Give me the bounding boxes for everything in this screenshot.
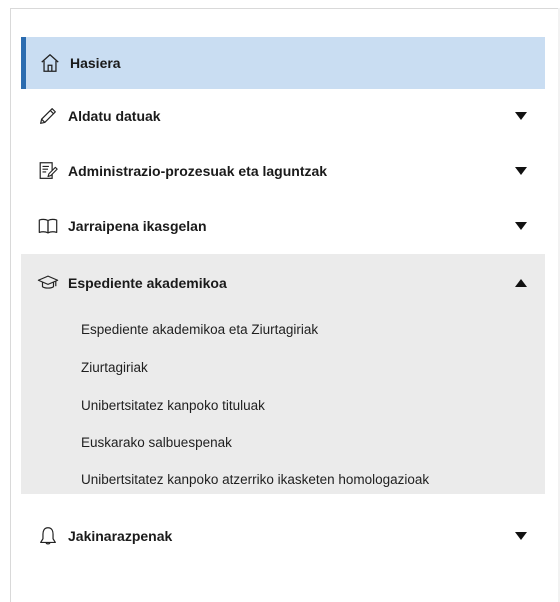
graduation-cap-icon [37,275,59,289]
menu-item-label: Aldatu datuak [68,108,161,124]
form-edit-icon [39,162,58,179]
chevron-down-icon[interactable] [515,222,527,230]
menu-item-home[interactable]: Hasiera [21,37,545,89]
menu-item-label: Administrazio-prozesuak eta laguntzak [68,163,328,179]
submenu-link-euskarako-salbuespenak[interactable]: Euskarako salbuespenak [81,435,232,450]
menu-item-label: Hasiera [70,55,121,71]
submenu-link-ziurtagiriak[interactable]: Ziurtagiriak [81,360,148,375]
home-icon [41,54,59,72]
chevron-down-icon[interactable] [515,532,527,540]
menu-item-label: Jarraipena ikasgelan [68,218,207,234]
chevron-down-icon[interactable] [515,112,527,120]
menu-item-jarraipena-ikasgelan[interactable]: Jarraipena ikasgelan [21,200,545,252]
chevron-up-icon[interactable] [515,279,527,287]
chevron-down-icon[interactable] [515,167,527,175]
menu-item-label: Jakinarazpenak [68,528,173,544]
menu-item-jakinarazpenak[interactable]: Jakinarazpenak [21,510,545,562]
pencil-icon [40,108,56,124]
book-icon [38,218,58,234]
menu-item-label: Espediente akademikoa [68,275,227,291]
page: Hasiera Aldatu datuak Administrazio-proz… [0,0,560,602]
menu-item-espediente-akademikoa[interactable]: Espediente akademikoa [21,256,545,310]
menu-item-aldatu-datuak[interactable]: Aldatu datuak [21,91,545,141]
submenu-link-espediente-ziurtagiriak[interactable]: Espediente akademikoa eta Ziurtagiriak [81,322,318,337]
submenu-link-kanpoko-tituluak[interactable]: Unibertsitatez kanpoko tituluak [81,398,265,413]
menu-item-administrazio-prozesuak[interactable]: Administrazio-prozesuak eta laguntzak [21,145,545,197]
bell-icon [40,527,56,545]
submenu-link-homologazioak[interactable]: Unibertsitatez kanpoko atzerriko ikasket… [81,472,429,487]
